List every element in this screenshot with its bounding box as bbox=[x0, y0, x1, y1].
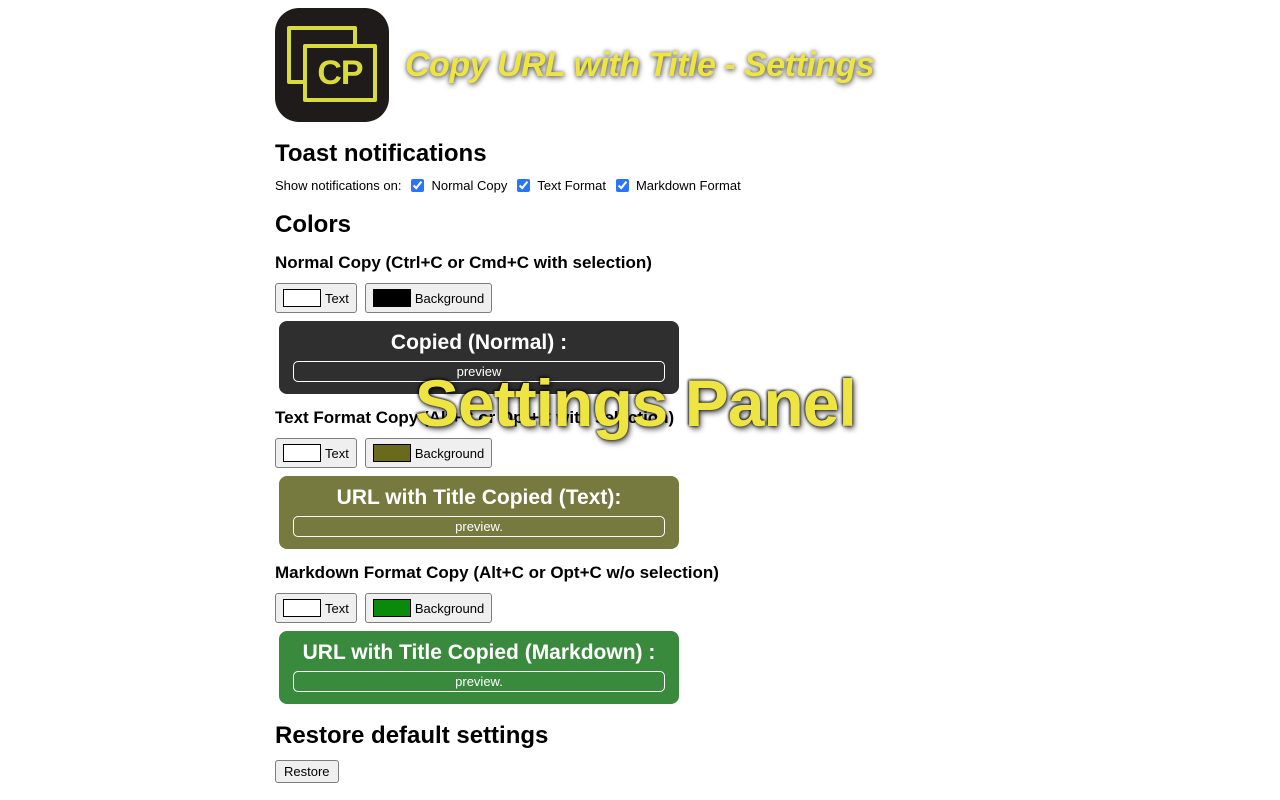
toast-title-text: URL with Title Copied (Text): bbox=[293, 486, 665, 510]
checkbox-text-format[interactable] bbox=[517, 179, 530, 192]
page-title: Copy URL with Title - Settings bbox=[405, 46, 874, 85]
toast-title-normal: Copied (Normal) : bbox=[293, 331, 665, 355]
toast-preview-markdown: URL with Title Copied (Markdown) : previ… bbox=[279, 631, 679, 704]
toast-preview-text-normal: preview bbox=[293, 361, 665, 382]
text-color-button-normal[interactable]: Text bbox=[275, 283, 357, 313]
checkbox-label-markdown: Markdown Format bbox=[636, 178, 741, 193]
color-row-text: Text Background bbox=[275, 438, 1005, 468]
toast-preview-normal: Copied (Normal) : preview bbox=[279, 321, 679, 394]
text-color-button-text[interactable]: Text bbox=[275, 438, 357, 468]
checkbox-label-text: Text Format bbox=[537, 178, 606, 193]
bg-swatch-normal bbox=[373, 289, 411, 307]
toast-options-label: Show notifications on: bbox=[275, 178, 401, 193]
toast-options-row: Show notifications on: Normal Copy Text … bbox=[275, 178, 1005, 193]
header: CP Copy URL with Title - Settings bbox=[275, 8, 1005, 122]
checkbox-label-normal: Normal Copy bbox=[431, 178, 507, 193]
restore-heading: Restore default settings bbox=[275, 722, 1005, 750]
group-title-text: Text Format Copy (Alt+C or Opt+C with se… bbox=[275, 408, 1005, 428]
toast-preview-text: URL with Title Copied (Text): preview. bbox=[279, 476, 679, 549]
bg-swatch-text bbox=[373, 444, 411, 462]
toast-preview-text-text: preview. bbox=[293, 516, 665, 537]
text-swatch-markdown bbox=[283, 599, 321, 617]
text-swatch-normal bbox=[283, 289, 321, 307]
checkbox-normal-copy[interactable] bbox=[411, 179, 424, 192]
bg-color-button-normal[interactable]: Background bbox=[365, 283, 492, 313]
group-title-markdown: Markdown Format Copy (Alt+C or Opt+C w/o… bbox=[275, 563, 1005, 583]
app-logo-icon: CP bbox=[275, 8, 389, 122]
toast-heading: Toast notifications bbox=[275, 140, 1005, 168]
bg-swatch-markdown bbox=[373, 599, 411, 617]
group-title-normal: Normal Copy (Ctrl+C or Cmd+C with select… bbox=[275, 253, 1005, 273]
color-row-normal: Text Background bbox=[275, 283, 1005, 313]
color-row-markdown: Text Background bbox=[275, 593, 1005, 623]
toast-preview-text-markdown: preview. bbox=[293, 671, 665, 692]
restore-button[interactable]: Restore bbox=[275, 760, 339, 783]
text-color-button-markdown[interactable]: Text bbox=[275, 593, 357, 623]
text-swatch-text bbox=[283, 444, 321, 462]
bg-color-button-markdown[interactable]: Background bbox=[365, 593, 492, 623]
bg-color-button-text[interactable]: Background bbox=[365, 438, 492, 468]
colors-heading: Colors bbox=[275, 211, 1005, 239]
checkbox-markdown-format[interactable] bbox=[616, 179, 629, 192]
toast-title-markdown: URL with Title Copied (Markdown) : bbox=[293, 641, 665, 665]
settings-container: CP Copy URL with Title - Settings Toast … bbox=[275, 0, 1005, 783]
